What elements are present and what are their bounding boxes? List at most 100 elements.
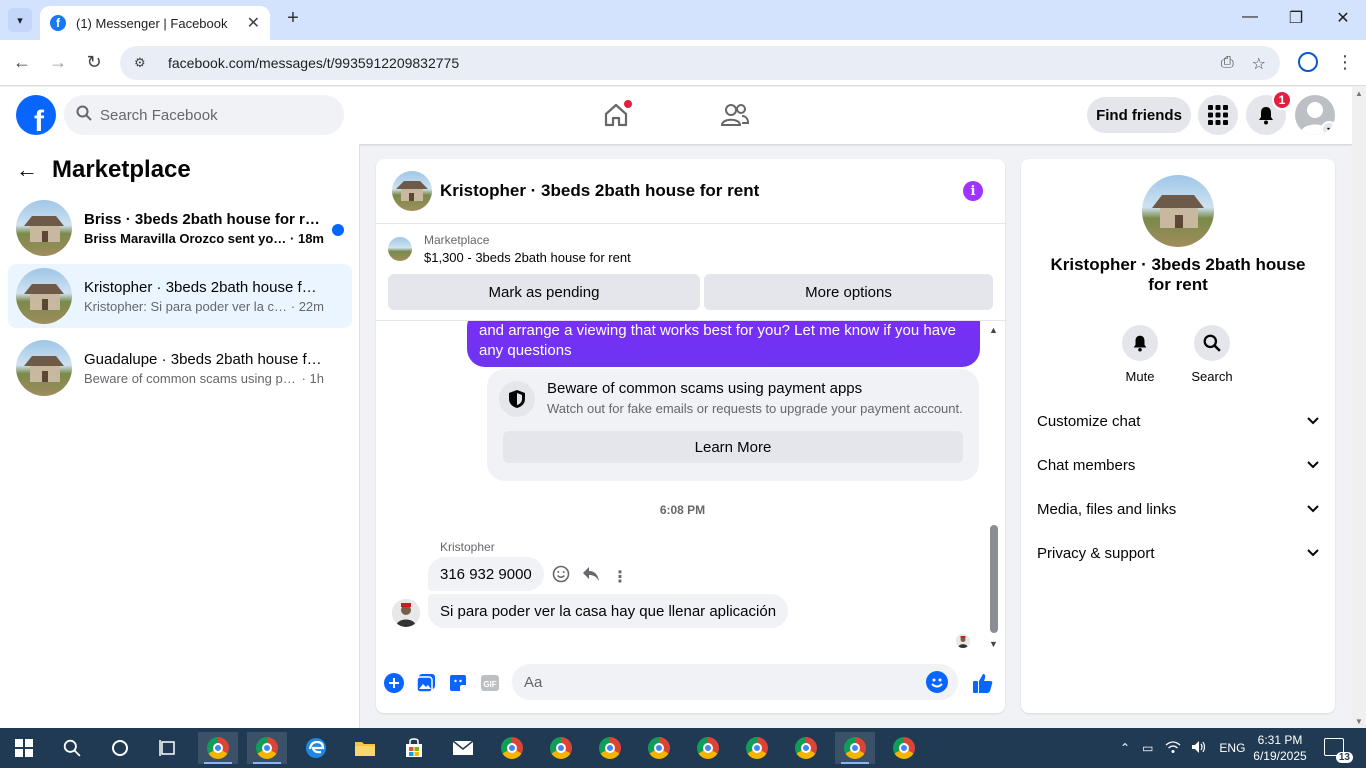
thumbs-up-icon[interactable] <box>972 672 994 694</box>
menu-grid-icon[interactable] <box>1198 95 1238 135</box>
battery-icon[interactable]: ▭ <box>1142 741 1153 755</box>
page-scrollbar[interactable]: ▲ ▼ <box>1352 87 1366 728</box>
outgoing-message[interactable]: and arrange a viewing that works best fo… <box>467 321 980 367</box>
action-center-icon[interactable]: 13 <box>1324 738 1353 763</box>
message-list: and arrange a viewing that works best fo… <box>376 321 1005 651</box>
conversation-name: Briss · 3beds 2bath house for rent <box>84 210 324 228</box>
site-info-icon[interactable]: ⚙ <box>134 55 152 71</box>
learn-more-button[interactable]: Learn More <box>503 431 963 463</box>
account-avatar[interactable]: ▾ <box>1295 95 1335 135</box>
cortana-icon[interactable] <box>100 732 140 764</box>
taskbar-clock[interactable]: 6:31 PM 6/19/2025 <box>1250 732 1310 764</box>
message-timestamp: 6:08 PM <box>659 503 706 517</box>
sender-avatar[interactable] <box>392 599 420 627</box>
home-notification-dot <box>624 100 632 108</box>
emoji-icon[interactable] <box>926 671 948 693</box>
sticker-icon[interactable] <box>447 672 469 694</box>
volume-icon[interactable] <box>1191 740 1207 757</box>
more-options-button[interactable]: More options <box>704 274 993 310</box>
chevron-down-icon <box>1307 458 1319 472</box>
chrome-taskbar-icon[interactable] <box>835 732 875 764</box>
reply-icon[interactable] <box>582 566 600 587</box>
install-app-icon[interactable]: ⎙ <box>1221 54 1234 74</box>
reload-icon[interactable]: ↻ <box>82 52 106 73</box>
scroll-up-icon[interactable]: ▲ <box>989 325 998 335</box>
conversation-item[interactable]: Guadalupe · 3beds 2bath house fo... Bewa… <box>8 336 352 400</box>
add-plus-icon[interactable] <box>383 672 405 694</box>
windows-start-icon[interactable] <box>4 732 44 764</box>
mail-icon[interactable] <box>443 732 483 764</box>
search-in-conversation-button[interactable]: Search <box>1182 325 1242 384</box>
chrome-taskbar-icon[interactable] <box>198 732 238 764</box>
back-arrow-icon[interactable]: ← <box>10 52 34 73</box>
close-window-icon[interactable]: ✕ <box>1331 8 1355 28</box>
incoming-message[interactable]: Si para poder ver la casa hay que llenar… <box>428 594 789 628</box>
store-icon[interactable] <box>394 732 434 764</box>
conversation-time: · 1h <box>301 370 324 386</box>
taskbar-search-icon[interactable] <box>52 732 92 764</box>
unread-indicator <box>332 224 344 236</box>
gif-icon[interactable]: GIF <box>479 672 501 694</box>
conversation-item[interactable]: Briss · 3beds 2bath house for rent Briss… <box>8 196 352 260</box>
chat-avatar[interactable] <box>392 171 432 211</box>
browser-tab-active[interactable]: f (1) Messenger | Facebook ✕ <box>40 6 270 40</box>
message-input[interactable]: Aa <box>512 664 958 700</box>
chat-scrollbar[interactable]: ▲ ▼ <box>987 323 1001 649</box>
language-indicator[interactable]: ENG <box>1219 741 1245 755</box>
browser-menu-icon[interactable]: ⋮ <box>1336 52 1354 73</box>
address-bar[interactable]: ⚙ facebook.com/messages/t/99359122098327… <box>120 46 1280 80</box>
conversation-name: Kristopher · 3beds 2bath house for... <box>84 278 324 296</box>
mute-button[interactable]: Mute <box>1110 325 1170 384</box>
minimize-icon[interactable]: — <box>1238 8 1262 26</box>
restore-icon[interactable]: ❐ <box>1284 8 1308 28</box>
url-text: facebook.com/messages/t/9935912209832775 <box>168 55 460 71</box>
wifi-icon[interactable] <box>1165 740 1181 757</box>
conversation-time: · 22m <box>290 298 324 314</box>
chrome-taskbar-icon[interactable] <box>247 732 287 764</box>
task-view-icon[interactable] <box>148 732 188 764</box>
tab-search-dropdown[interactable]: ▾ <box>8 8 32 32</box>
incoming-message[interactable]: 316 932 9000 <box>428 557 544 591</box>
media-files-links-row[interactable]: Media, files and links <box>1029 487 1327 531</box>
back-arrow-icon[interactable]: ← <box>16 157 38 183</box>
chrome-taskbar-icon[interactable] <box>737 732 777 764</box>
show-hidden-icons-icon[interactable]: ⌃ <box>1120 741 1130 755</box>
photo-gallery-icon[interactable] <box>415 672 437 694</box>
facebook-search-input[interactable]: Search Facebook <box>64 95 344 135</box>
chat-header: Kristopher · 3beds 2bath house for rent … <box>376 159 1005 224</box>
file-explorer-icon[interactable] <box>345 732 385 764</box>
marketplace-listing[interactable]: Marketplace $1,300 - 3beds 2bath house f… <box>388 233 631 265</box>
bell-icon <box>1122 325 1158 361</box>
conversation-time: · 18m <box>290 230 324 246</box>
customize-chat-row[interactable]: Customize chat <box>1029 399 1327 443</box>
more-vertical-icon[interactable]: ⋮ <box>612 567 628 587</box>
chrome-taskbar-icon[interactable] <box>541 732 581 764</box>
browser-profile-icon[interactable] <box>1298 52 1318 72</box>
chat-members-row[interactable]: Chat members <box>1029 443 1327 487</box>
chrome-taskbar-icon[interactable] <box>492 732 532 764</box>
conversation-item[interactable]: Kristopher · 3beds 2bath house for... Kr… <box>8 264 352 328</box>
chat-title[interactable]: Kristopher · 3beds 2bath house for rent <box>440 181 759 201</box>
chrome-taskbar-icon[interactable] <box>590 732 630 764</box>
scroll-up-icon[interactable]: ▲ <box>1355 89 1363 98</box>
privacy-support-row[interactable]: Privacy & support <box>1029 531 1327 575</box>
close-tab-icon[interactable]: ✕ <box>247 13 260 33</box>
facebook-logo-icon[interactable]: f <box>16 95 56 135</box>
friends-icon[interactable] <box>720 101 750 129</box>
chrome-taskbar-icon[interactable] <box>786 732 826 764</box>
info-icon[interactable]: i <box>963 181 983 201</box>
edge-icon[interactable] <box>296 732 336 764</box>
chrome-taskbar-icon[interactable] <box>688 732 728 764</box>
react-emoji-icon[interactable] <box>552 565 570 588</box>
message-actions: ⋮ <box>552 565 628 588</box>
find-friends-button[interactable]: Find friends <box>1087 97 1191 133</box>
new-tab-button[interactable]: + <box>282 8 304 30</box>
chrome-taskbar-icon[interactable] <box>884 732 924 764</box>
bookmark-star-icon[interactable]: ☆ <box>1252 54 1266 74</box>
scroll-down-icon[interactable]: ▼ <box>989 639 998 649</box>
scrollbar-thumb[interactable] <box>990 525 998 633</box>
forward-arrow-icon[interactable]: → <box>46 52 70 73</box>
chrome-taskbar-icon[interactable] <box>639 732 679 764</box>
mark-as-pending-button[interactable]: Mark as pending <box>388 274 700 310</box>
scroll-down-icon[interactable]: ▼ <box>1355 717 1363 726</box>
